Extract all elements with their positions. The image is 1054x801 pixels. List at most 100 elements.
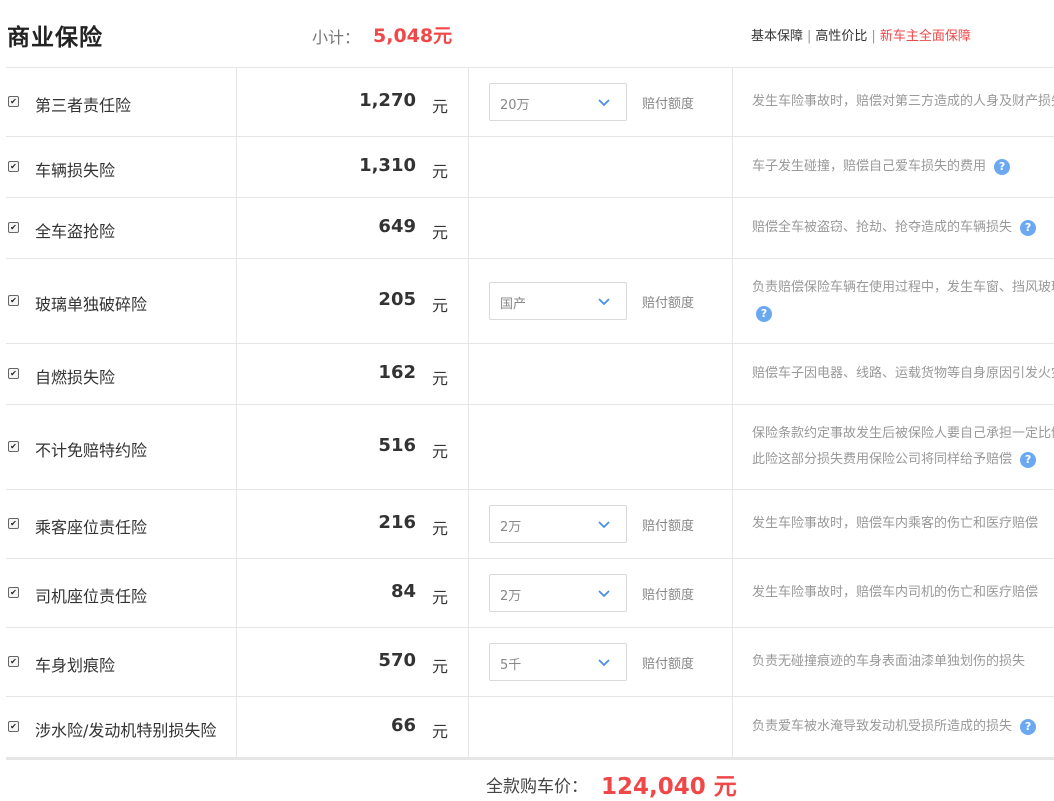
description-text: 此险这部分损失费用保险公司将同样给予赔偿 (752, 452, 1013, 467)
column-divider (236, 68, 237, 136)
table-row: ✔ 全车盗抢险 649 元 赔偿全车被盗窃、抢劫、抢夺造成的车辆损失? (6, 198, 1054, 259)
coverage-select[interactable]: 20万 (489, 83, 627, 121)
insurance-price: 162 (378, 362, 416, 383)
insurance-name: 全车盗抢险 (35, 222, 116, 241)
insurance-description: 负责爱车被水淹导致发动机受损所造成的损失? (752, 714, 1054, 740)
coverage-select-value: 2万 (500, 589, 522, 604)
insurance-name: 乘客座位责任险 (35, 518, 148, 537)
insurance-name: 车辆损失险 (35, 161, 116, 180)
column-divider (468, 628, 469, 696)
column-divider (468, 490, 469, 558)
column-divider (236, 697, 237, 757)
price-unit: 元 (432, 519, 449, 538)
insurance-name: 不计免赔特约险 (35, 441, 148, 460)
row-checkbox[interactable]: ✔ (8, 368, 19, 379)
description-line: 保险条款约定事故发生后被保险人要自己承担一定比例的损失 (752, 421, 1054, 447)
help-icon[interactable]: ? (756, 305, 772, 322)
preset-value-link[interactable]: 高性价比 (815, 29, 867, 44)
help-icon[interactable]: ? (994, 158, 1011, 175)
description-line: 此险这部分损失费用保险公司将同样给予赔偿? (752, 447, 1054, 473)
insurance-price: 1,270 (359, 90, 416, 111)
chevron-down-icon (597, 585, 611, 599)
row-checkbox[interactable]: ✔ (8, 295, 19, 306)
description-text: 负责爱车被水淹导致发动机受损所造成的损失 (752, 719, 1013, 734)
price-unit: 元 (432, 223, 449, 242)
table-row: ✔ 司机座位责任险 84 元 2万 赔付额度 发生车险事故时，赔偿车内司机的伤亡和医疗赔偿 (6, 559, 1054, 628)
column-divider (732, 344, 733, 404)
column-divider (468, 559, 469, 627)
preset-basic-link[interactable]: 基本保障 (751, 29, 803, 44)
insurance-price: 84 (390, 581, 416, 602)
row-checkbox[interactable]: ✔ (8, 222, 19, 233)
price-unit: 元 (432, 588, 449, 607)
insurance-description: 发生车险事故时，赔偿车内司机的伤亡和医疗赔偿 (752, 580, 1054, 606)
table-row: ✔ 玻璃单独破碎险 205 元 国产 赔付额度 负责赔偿保险车辆在使用过程中，发生车窗、挡风… (6, 259, 1054, 344)
column-divider (732, 259, 733, 343)
column-divider (732, 68, 733, 136)
coverage-select[interactable]: 5千 (489, 643, 627, 681)
description-line: 赔偿车子因电器、线路、运载货物等自身原因引发火灾 (752, 361, 1054, 387)
column-divider (468, 68, 469, 136)
row-checkbox[interactable]: ✔ (8, 161, 19, 172)
column-divider (468, 344, 469, 404)
total-price-value: 124,040 元 (601, 774, 737, 800)
column-divider (732, 405, 733, 489)
coverage-select-value: 20万 (500, 98, 530, 113)
insurance-description: 保险条款约定事故发生后被保险人要自己承担一定比例的损失此险这部分损失费用保险公司… (752, 421, 1054, 473)
subtotal-value: 5,048元 (373, 25, 453, 47)
description-line: 负责爱车被水淹导致发动机受损所造成的损失? (752, 714, 1054, 740)
column-divider (236, 259, 237, 343)
column-divider (236, 628, 237, 696)
price-unit: 元 (432, 442, 449, 461)
column-divider (236, 137, 237, 197)
help-icon[interactable]: ? (1020, 451, 1037, 468)
table-row: ✔ 乘客座位责任险 216 元 2万 赔付额度 发生车险事故时，赔偿车内乘客的伤亡和医疗赔偿 (6, 490, 1054, 559)
price-unit: 元 (432, 369, 449, 388)
insurance-description: 发生车险事故时，赔偿对第三方造成的人身及财产损失 (752, 89, 1054, 115)
insurance-name: 第三者责任险 (35, 96, 132, 115)
column-divider (236, 559, 237, 627)
preset-links: 基本保障 | 高性价比 | 新车主全面保障 (751, 25, 971, 44)
column-divider (732, 697, 733, 757)
description-text: 发生车险事故时，赔偿车内乘客的伤亡和医疗赔偿 (752, 516, 1039, 531)
header: 商业保险 小计： 5,048元 基本保障 | 高性价比 | 新车主全面保障 (0, 0, 1054, 68)
insurance-price: 1,310 (359, 155, 416, 176)
coverage-select[interactable]: 2万 (489, 574, 627, 612)
description-text: 保险条款约定事故发生后被保险人要自己承担一定比例的损失 (752, 426, 1054, 441)
chevron-down-icon (597, 516, 611, 530)
help-icon[interactable]: ? (1020, 219, 1037, 236)
insurance-price: 649 (378, 216, 416, 237)
description-line: 车子发生碰撞，赔偿自己爱车损失的费用? (752, 154, 1054, 180)
row-checkbox[interactable]: ✔ (8, 518, 19, 529)
row-checkbox[interactable]: ✔ (8, 721, 19, 732)
coverage-select[interactable]: 国产 (489, 282, 627, 320)
column-divider (732, 198, 733, 258)
page-title: 商业保险 (7, 25, 103, 51)
coverage-limit-label: 赔付额度 (642, 296, 695, 311)
description-text: 负责无碰撞痕迹的车身表面油漆单独划伤的损失 (752, 654, 1026, 669)
description-line: 负责赔偿保险车辆在使用过程中，发生车窗、挡风玻璃单独破碎 (752, 275, 1054, 301)
table-row: ✔ 第三者责任险 1,270 元 20万 赔付额度 发生车险事故时，赔偿对第三方造成的人身及… (6, 68, 1054, 137)
price-unit: 元 (432, 97, 449, 116)
column-divider (468, 259, 469, 343)
description-text: 发生车险事故时，赔偿对第三方造成的人身及财产损失 (752, 94, 1054, 109)
price-unit: 元 (432, 657, 449, 676)
table-row: ✔ 自燃损失险 162 元 赔偿车子因电器、线路、运载货物等自身原因引发火灾 (6, 344, 1054, 405)
description-text: 赔偿全车被盗窃、抢劫、抢夺造成的车辆损失 (752, 220, 1013, 235)
row-checkbox[interactable]: ✔ (8, 656, 19, 667)
row-checkbox[interactable]: ✔ (8, 441, 19, 452)
column-divider (468, 198, 469, 258)
row-checkbox[interactable]: ✔ (8, 587, 19, 598)
preset-full-link[interactable]: 新车主全面保障 (880, 29, 971, 44)
total-price-label: 全款购车价： (486, 777, 588, 797)
column-divider (236, 490, 237, 558)
coverage-select[interactable]: 2万 (489, 505, 627, 543)
help-icon[interactable]: ? (1020, 718, 1037, 735)
subtotal-label: 小计： (312, 28, 361, 47)
link-separator: | (871, 29, 876, 44)
description-line: 赔偿全车被盗窃、抢劫、抢夺造成的车辆损失? (752, 215, 1054, 241)
column-divider (468, 697, 469, 757)
row-checkbox[interactable]: ✔ (8, 96, 19, 107)
coverage-select-value: 2万 (500, 520, 522, 535)
insurance-price: 66 (390, 715, 416, 736)
